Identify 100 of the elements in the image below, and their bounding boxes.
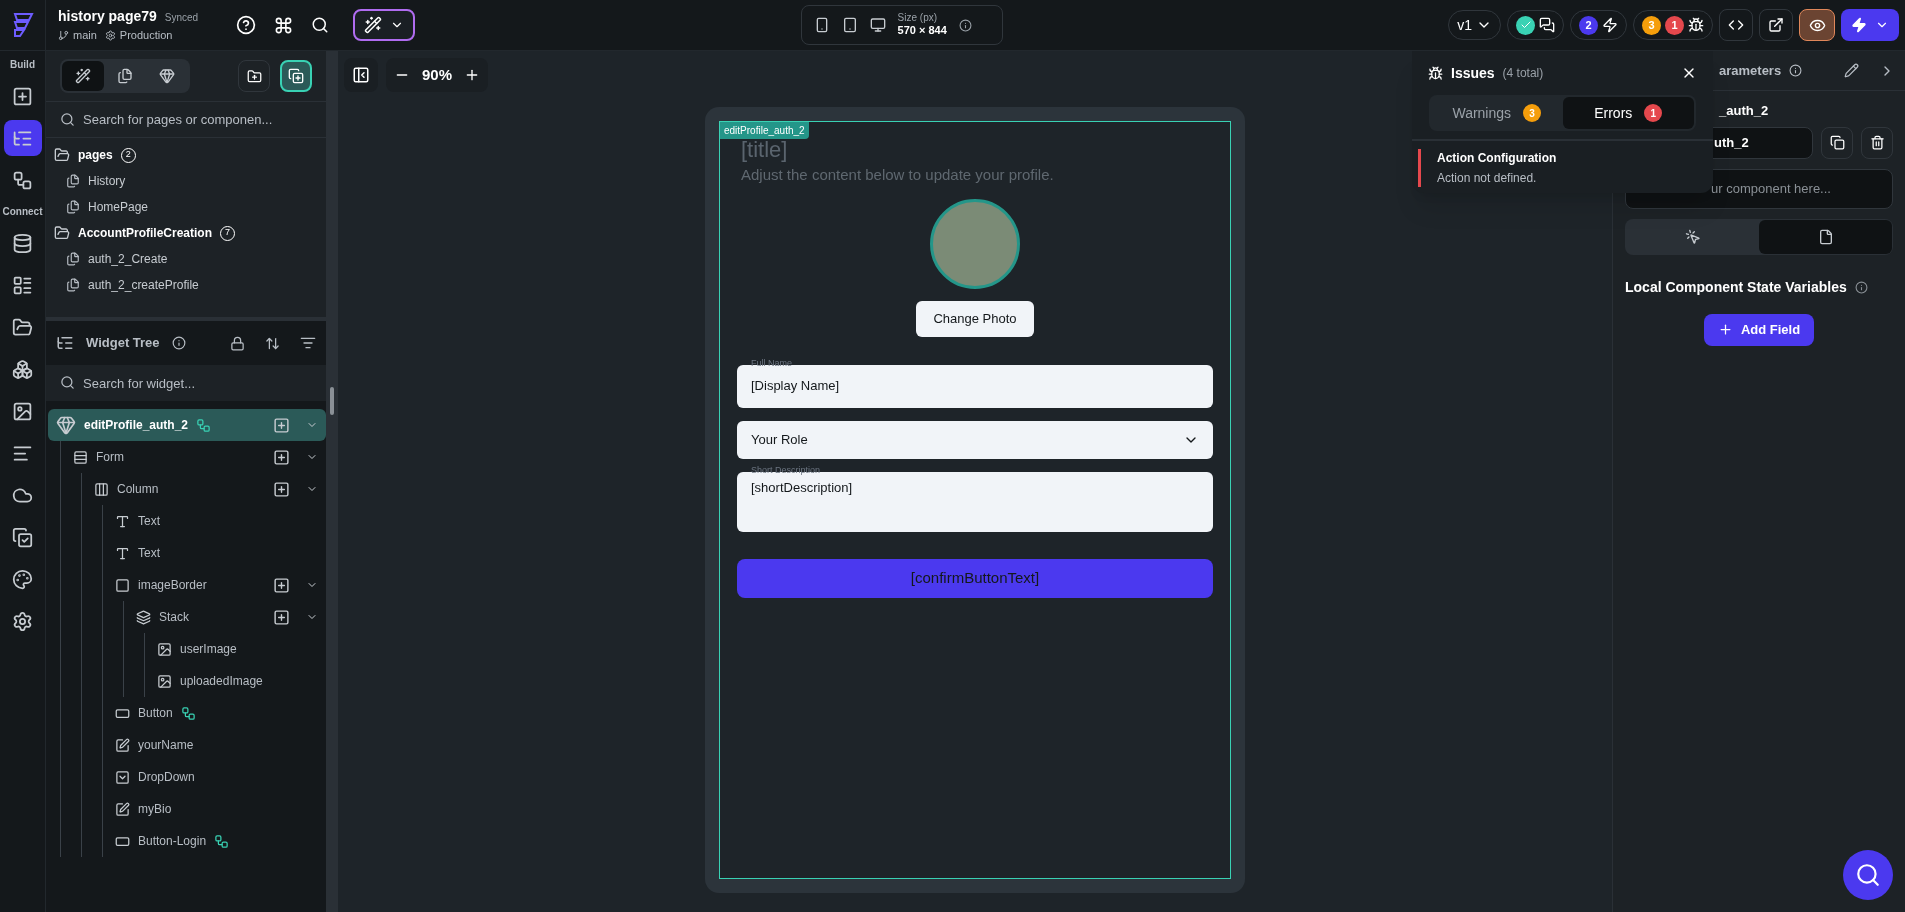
widget-search-field[interactable]: Search for widget... bbox=[46, 365, 326, 401]
page-name[interactable]: History bbox=[88, 172, 126, 190]
help-icon[interactable] bbox=[236, 15, 256, 35]
panel-tab[interactable] bbox=[62, 61, 104, 91]
lock-icon[interactable] bbox=[230, 335, 245, 351]
tree-item[interactable]: Text bbox=[111, 505, 326, 537]
bug-icon bbox=[1428, 65, 1443, 81]
page-search-field[interactable]: Search for pages or componen... bbox=[83, 109, 312, 130]
bug-icon bbox=[1688, 17, 1704, 33]
tree-list-icon bbox=[56, 334, 74, 352]
tree-item[interactable]: Stack bbox=[132, 601, 326, 633]
tree-item[interactable]: userImage bbox=[153, 633, 326, 665]
add-child-icon[interactable] bbox=[273, 608, 290, 626]
change-photo-button[interactable]: Change Photo bbox=[916, 300, 1034, 337]
tree-item[interactable]: Column bbox=[90, 473, 326, 505]
preview-button[interactable] bbox=[1799, 9, 1835, 41]
add-child-icon[interactable] bbox=[273, 448, 290, 466]
add-field-button[interactable]: Add Field bbox=[1703, 313, 1815, 346]
columns-icon bbox=[94, 481, 109, 497]
add-widget-icon bbox=[12, 85, 33, 107]
role-dropdown[interactable]: Your Role bbox=[737, 420, 1213, 459]
list-icon bbox=[12, 274, 33, 296]
page-icon bbox=[66, 200, 80, 214]
code-button[interactable] bbox=[1719, 9, 1753, 41]
check-icon bbox=[1519, 19, 1532, 31]
square-icon bbox=[115, 577, 130, 593]
search-icon bbox=[60, 112, 75, 127]
external-link-icon bbox=[1768, 17, 1784, 33]
folder-name[interactable]: AccountProfileCreation bbox=[78, 224, 212, 242]
rows-icon bbox=[73, 449, 88, 465]
magic-wand-icon bbox=[364, 16, 382, 34]
tree-item-label: Text bbox=[138, 545, 160, 562]
branch-name[interactable]: main bbox=[73, 27, 97, 44]
scrollbar-thumb[interactable] bbox=[330, 387, 334, 415]
add-child-icon[interactable] bbox=[273, 416, 290, 434]
image-icon bbox=[157, 673, 172, 689]
gem-icon bbox=[56, 415, 76, 435]
folder-icon bbox=[54, 147, 70, 163]
dropdown-icon bbox=[115, 769, 130, 785]
tree-item[interactable]: yourName bbox=[111, 729, 326, 761]
search-icon bbox=[1855, 862, 1881, 888]
panel-title: Widget Tree bbox=[86, 334, 160, 353]
tree-item-label: userImage bbox=[180, 641, 237, 658]
add-child-icon[interactable] bbox=[273, 576, 290, 594]
image-icon bbox=[12, 400, 33, 422]
trash-icon bbox=[1869, 135, 1885, 150]
pencil-icon bbox=[115, 801, 130, 817]
run-button[interactable] bbox=[1841, 9, 1899, 41]
tablet-icon[interactable] bbox=[841, 17, 858, 33]
text-icon bbox=[115, 513, 130, 529]
edit-icon[interactable] bbox=[1844, 63, 1859, 78]
tree-item[interactable]: DropDown bbox=[111, 761, 326, 793]
issue-total: (4 total) bbox=[1502, 65, 1544, 82]
tree-item[interactable]: Button bbox=[111, 697, 326, 729]
expand-icon[interactable] bbox=[265, 335, 280, 351]
tree-item-label: uploadedImage bbox=[180, 673, 263, 690]
environment-name[interactable]: Production bbox=[119, 27, 173, 44]
tree-item[interactable]: uploadedImage bbox=[153, 665, 326, 697]
open-external-button[interactable] bbox=[1759, 9, 1793, 41]
tree-item-label: Stack bbox=[159, 609, 189, 626]
tree-item[interactable]: Button-Login bbox=[111, 825, 326, 857]
issue-message: Action not defined. bbox=[1437, 170, 1538, 187]
pointer-icon bbox=[1684, 228, 1701, 245]
info-icon[interactable] bbox=[1854, 280, 1868, 294]
command-icon[interactable] bbox=[274, 15, 293, 35]
chat-icon bbox=[1539, 17, 1555, 33]
new-folder-button[interactable] bbox=[238, 60, 270, 92]
rail-section-label: Connect bbox=[2, 205, 43, 219]
page-name[interactable]: HomePage bbox=[88, 198, 149, 216]
page-name[interactable]: auth_2_Create bbox=[88, 250, 168, 268]
tree-item[interactable]: Form bbox=[69, 441, 326, 473]
info-icon[interactable] bbox=[171, 336, 186, 350]
info-icon[interactable] bbox=[1789, 64, 1803, 77]
add-child-icon[interactable] bbox=[273, 480, 290, 498]
tree-item[interactable]: editProfile_auth_2 bbox=[48, 409, 326, 441]
desktop-icon[interactable] bbox=[869, 17, 886, 33]
tree-item-label: yourName bbox=[138, 737, 194, 754]
search-icon[interactable] bbox=[311, 16, 329, 34]
add-page-button[interactable] bbox=[280, 60, 312, 92]
filter-icon[interactable] bbox=[300, 335, 316, 351]
page-name[interactable]: auth_2_createProfile bbox=[88, 276, 199, 294]
tree-item[interactable]: Text bbox=[111, 537, 326, 569]
folder-icon bbox=[54, 225, 70, 241]
info-icon[interactable] bbox=[958, 18, 972, 32]
branch-icon bbox=[58, 30, 69, 41]
image-icon bbox=[157, 641, 172, 657]
issues-tab[interactable]: Errors 1 bbox=[1562, 97, 1694, 129]
delete-button[interactable] bbox=[1861, 126, 1893, 159]
layers-icon bbox=[136, 609, 151, 625]
database-icon bbox=[12, 232, 33, 254]
design-mode-button[interactable] bbox=[353, 9, 415, 41]
tree-item[interactable]: imageBorder bbox=[111, 569, 326, 601]
copy-button[interactable] bbox=[1821, 126, 1853, 159]
issue-title[interactable]: Action Configuration bbox=[1437, 149, 1557, 167]
collapse-panel-button[interactable] bbox=[344, 58, 378, 92]
folder-name[interactable]: pages bbox=[78, 146, 113, 164]
cluster-icon bbox=[12, 358, 33, 380]
rail-item[interactable] bbox=[3, 120, 42, 156]
tree-item[interactable]: myBio bbox=[111, 793, 326, 825]
issues-tab[interactable]: Warnings 3 bbox=[1431, 97, 1563, 129]
